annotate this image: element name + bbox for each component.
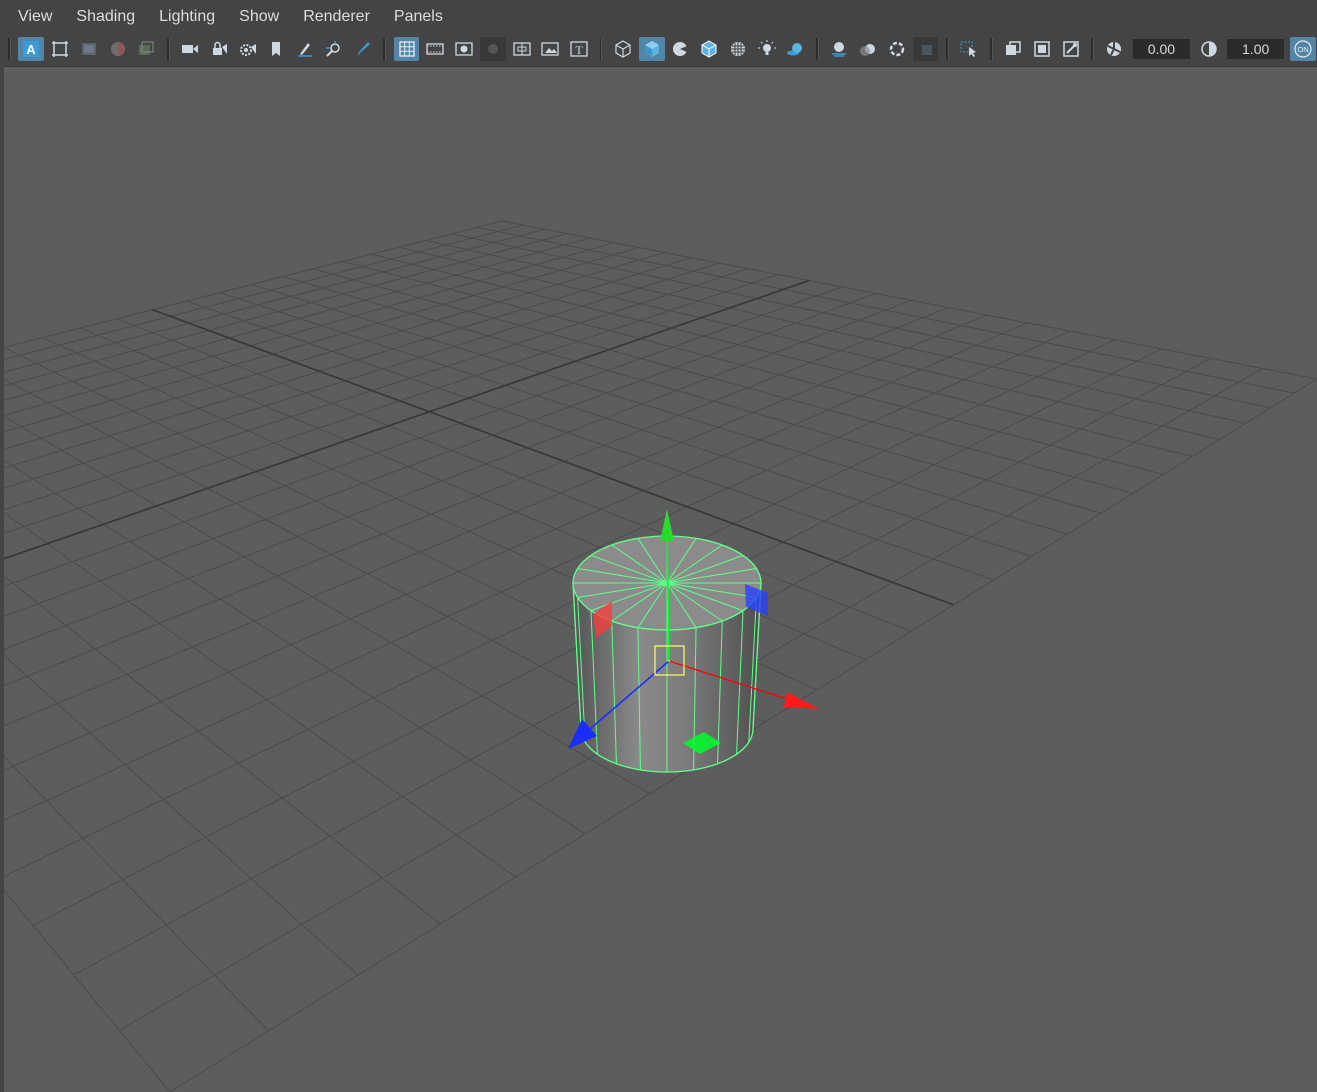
smooth-shade-icon[interactable] [638, 37, 665, 61]
x-axis-arrow-icon[interactable] [784, 692, 819, 709]
grease-pencil-icon[interactable] [292, 37, 318, 61]
isolate-select-icon[interactable] [956, 37, 982, 61]
exposure-icon[interactable] [1101, 37, 1127, 61]
grid-line [4, 228, 545, 373]
grid-line [219, 292, 1032, 557]
depth-of-field-icon[interactable] [912, 37, 939, 61]
viewport-scene[interactable] [4, 67, 1317, 1092]
toolbar-separator [945, 38, 949, 60]
toolbar-separator [1090, 38, 1094, 60]
grid-line [116, 318, 912, 632]
grid-icon[interactable] [393, 37, 420, 61]
textured-icon[interactable] [725, 37, 751, 61]
grid-line [4, 322, 1028, 771]
3d-viewport[interactable] [4, 66, 1317, 1092]
gate-mask-icon[interactable] [479, 37, 506, 61]
grid-line [370, 253, 1193, 458]
grid-line [4, 889, 171, 1092]
xray-icon[interactable] [1000, 37, 1026, 61]
toolbar-separator [599, 38, 603, 60]
color-management-label: ON [1297, 45, 1308, 54]
field-chart-icon[interactable] [509, 37, 535, 61]
camera-zoom-icon[interactable] [321, 37, 347, 61]
safe-title-icon[interactable]: T [566, 37, 592, 61]
menu-shading[interactable]: Shading [64, 0, 147, 34]
grid-line [4, 575, 441, 925]
svg-text:A: A [27, 42, 37, 57]
camera-settings-icon[interactable] [235, 37, 261, 61]
lock-camera-icon[interactable] [206, 37, 232, 61]
bookmark-icon[interactable] [264, 37, 290, 61]
grid-line [4, 307, 949, 687]
xray-joints-icon[interactable] [1058, 37, 1084, 61]
resolution-gate-icon[interactable] [451, 37, 477, 61]
grid-line [4, 755, 269, 1032]
toolbar-separator [815, 38, 819, 60]
bookmarks-icon[interactable] [76, 37, 102, 61]
default-material-icon[interactable] [668, 37, 694, 61]
grid-line [313, 268, 1134, 494]
grid-line [4, 459, 586, 835]
select-camera-icon[interactable]: A [18, 37, 45, 61]
grid-line [186, 300, 994, 581]
film-gate-icon[interactable] [422, 37, 448, 61]
image-plane-icon[interactable] [105, 37, 131, 61]
grid-line [425, 239, 1246, 424]
safe-action-icon[interactable] [537, 37, 563, 61]
grid-line [4, 257, 692, 469]
grid-line [282, 276, 1102, 514]
use-all-lights-icon[interactable] [754, 37, 780, 61]
menu-view[interactable]: View [0, 0, 64, 34]
exposure-field[interactable]: 0.00 [1132, 39, 1191, 59]
anti-aliasing-icon[interactable] [884, 37, 910, 61]
gamma-icon[interactable] [1196, 37, 1222, 61]
paint-brush-icon[interactable] [350, 37, 376, 61]
toolbar-separator [989, 38, 993, 60]
camera-icon[interactable] [177, 37, 203, 61]
grid-line [4, 330, 1071, 821]
toolbar-separator [383, 38, 387, 60]
camera-attributes-icon[interactable] [47, 37, 73, 61]
gamma-field[interactable]: 1.00 [1226, 39, 1285, 59]
grid-line [4, 314, 988, 727]
toolbar-separator [166, 38, 170, 60]
wireframe-icon[interactable] [610, 37, 636, 61]
menu-lighting[interactable]: Lighting [147, 0, 227, 34]
menu-renderer[interactable]: Renderer [291, 0, 382, 34]
grid-line [451, 233, 1271, 409]
toolbar-separator [8, 38, 11, 60]
grid-line [4, 654, 359, 976]
menu-show[interactable]: Show [227, 0, 291, 34]
pivot-point [668, 660, 670, 662]
wireframe-on-shaded-icon[interactable] [696, 37, 722, 61]
grid-line [398, 246, 1220, 440]
panel-toolbar: A T 0.00 1.00 ON [0, 34, 1317, 64]
screen-space-ao-icon[interactable] [826, 37, 852, 61]
svg-text:T: T [575, 43, 583, 57]
grid-line [4, 339, 1115, 877]
shadows-icon[interactable] [783, 37, 809, 61]
menu-panels[interactable]: Panels [382, 0, 455, 34]
motion-blur-icon[interactable] [855, 37, 881, 61]
color-management-toggle[interactable]: ON [1289, 37, 1316, 61]
2d-pan-zoom-icon[interactable] [134, 37, 160, 61]
panel-menubar: View Shading Lighting Show Renderer Pane… [0, 0, 1317, 35]
grid-line [4, 242, 615, 416]
xray-active-components-icon[interactable] [1029, 37, 1055, 61]
grid-axis-line [152, 308, 954, 606]
